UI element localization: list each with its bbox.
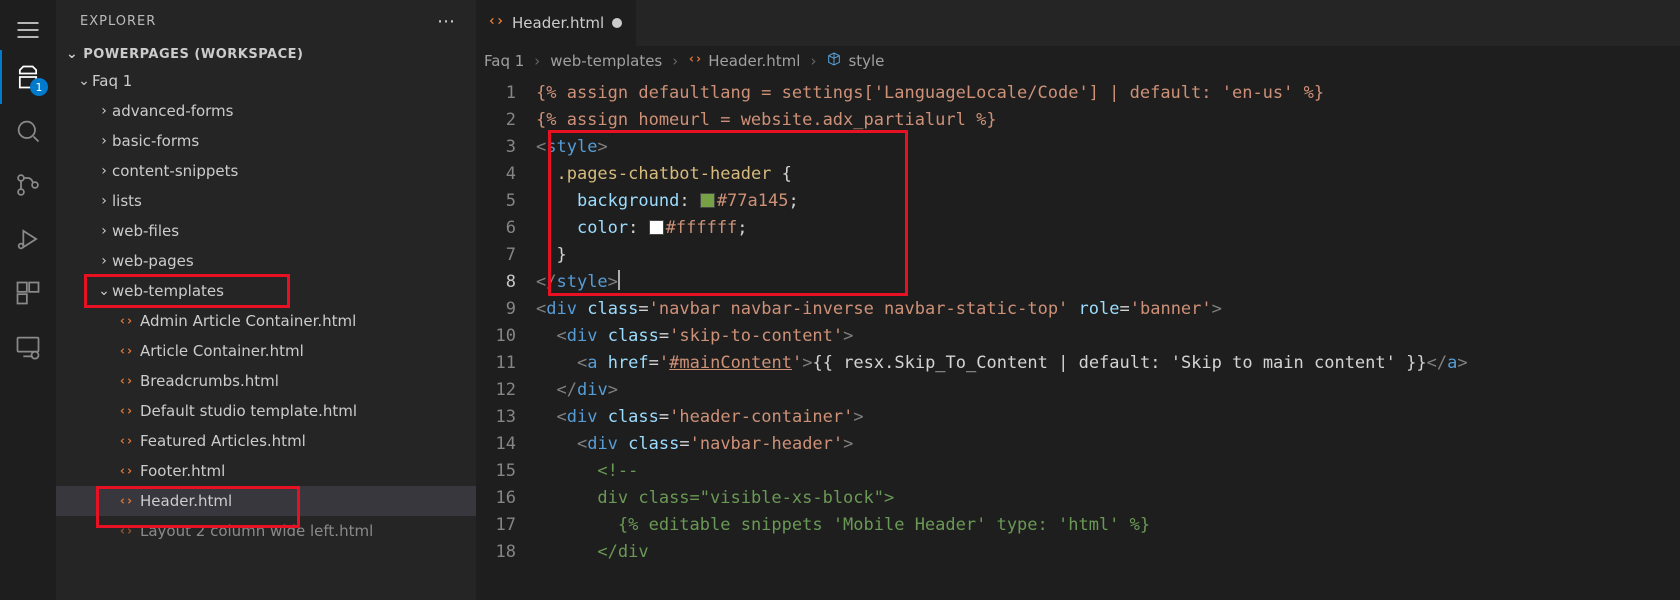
breadcrumb[interactable]: Faq 1 › web-templates › Header.html › st… <box>476 46 1680 76</box>
file-item[interactable]: Layout 2 column wide left.html <box>56 516 476 546</box>
menu-icon[interactable] <box>0 10 56 50</box>
editor-area: Header.html Faq 1 › web-templates › Head… <box>476 0 1680 600</box>
file-item[interactable]: Footer.html <box>56 456 476 486</box>
file-item-header[interactable]: Header.html <box>56 486 476 516</box>
source-control-icon[interactable] <box>0 158 56 212</box>
editor-tab-bar: Header.html <box>476 0 1680 46</box>
file-item[interactable]: Article Container.html <box>56 336 476 366</box>
line-number-gutter: 1234 5678 9101112 13141516 1718 <box>476 80 536 600</box>
run-debug-icon[interactable] <box>0 212 56 266</box>
file-item[interactable]: Default studio template.html <box>56 396 476 426</box>
chevron-right-icon: › <box>672 52 678 70</box>
chevron-down-icon: ⌄ <box>66 46 78 62</box>
workspace-header[interactable]: ⌄ POWERPAGES (WORKSPACE) <box>56 42 476 66</box>
folder-web-templates[interactable]: ⌄web-templates <box>56 276 476 306</box>
html-file-icon <box>488 13 504 33</box>
chevron-right-icon: › <box>810 52 816 70</box>
chevron-right-icon: › <box>96 223 112 239</box>
explorer-sidebar: EXPLORER ⋯ ⌄ POWERPAGES (WORKSPACE) ⌄ Fa… <box>56 0 476 600</box>
html-file-icon <box>116 404 136 418</box>
folder-lists[interactable]: ›lists <box>56 186 476 216</box>
explorer-icon[interactable]: 1 <box>0 50 56 104</box>
folder-advanced-forms[interactable]: ›advanced-forms <box>56 96 476 126</box>
file-item[interactable]: Breadcrumbs.html <box>56 366 476 396</box>
breadcrumb-item[interactable]: Header.html <box>688 52 800 70</box>
chevron-down-icon: ⌄ <box>76 73 92 89</box>
html-file-icon <box>116 314 136 328</box>
chevron-right-icon: › <box>96 103 112 119</box>
chevron-right-icon: › <box>96 193 112 209</box>
highlight-box <box>548 130 908 296</box>
folder-web-pages[interactable]: ›web-pages <box>56 246 476 276</box>
remote-explorer-icon[interactable] <box>0 320 56 374</box>
chevron-right-icon: › <box>96 253 112 269</box>
dirty-indicator-icon <box>612 18 622 28</box>
symbol-icon <box>826 51 842 71</box>
file-item[interactable]: Admin Article Container.html <box>56 306 476 336</box>
breadcrumb-item[interactable]: Faq 1 <box>484 52 524 70</box>
code-editor[interactable]: 1234 5678 9101112 13141516 1718 {% assig… <box>476 76 1680 600</box>
explorer-badge: 1 <box>30 78 48 96</box>
html-file-icon <box>116 464 136 478</box>
folder-basic-forms[interactable]: ›basic-forms <box>56 126 476 156</box>
chevron-right-icon: › <box>96 163 112 179</box>
breadcrumb-item[interactable]: web-templates <box>550 52 662 70</box>
folder-content-snippets[interactable]: ›content-snippets <box>56 156 476 186</box>
chevron-down-icon: ⌄ <box>96 283 112 299</box>
html-file-icon <box>116 524 136 538</box>
explorer-more-icon[interactable]: ⋯ <box>437 11 456 32</box>
html-file-icon <box>688 52 702 70</box>
html-file-icon <box>116 494 136 508</box>
file-tree: ⌄ Faq 1 ›advanced-forms ›basic-forms ›co… <box>56 66 476 600</box>
folder-root[interactable]: ⌄ Faq 1 <box>56 66 476 96</box>
chevron-right-icon: › <box>534 52 540 70</box>
file-item[interactable]: Featured Articles.html <box>56 426 476 456</box>
extensions-icon[interactable] <box>0 266 56 320</box>
breadcrumb-item[interactable]: style <box>826 51 884 71</box>
explorer-title-bar: EXPLORER ⋯ <box>56 0 476 42</box>
html-file-icon <box>116 374 136 388</box>
tab-header-html[interactable]: Header.html <box>476 0 637 46</box>
html-file-icon <box>116 434 136 448</box>
html-file-icon <box>116 344 136 358</box>
folder-web-files[interactable]: ›web-files <box>56 216 476 246</box>
explorer-title: EXPLORER <box>80 14 156 29</box>
activity-bar: 1 <box>0 0 56 600</box>
search-icon[interactable] <box>0 104 56 158</box>
chevron-right-icon: › <box>96 133 112 149</box>
